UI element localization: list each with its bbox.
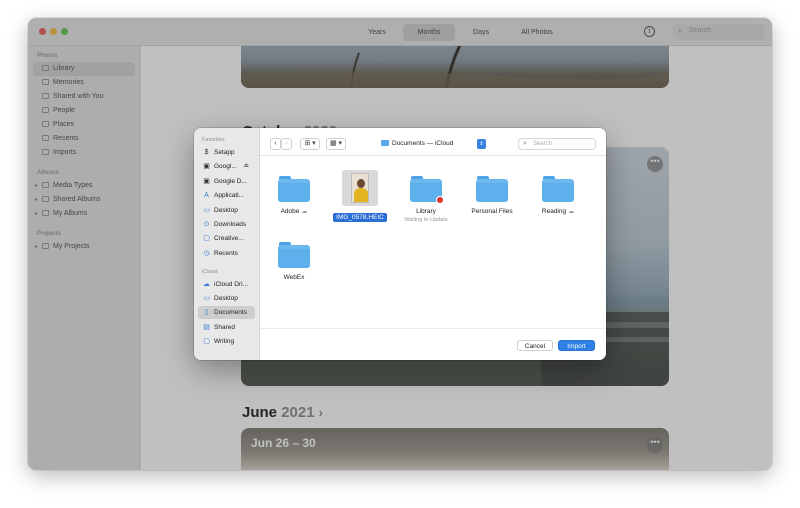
dialog-sidebar-label: Setapp [214, 149, 235, 156]
file-item-library[interactable]: Library Waiting to Update [394, 176, 458, 223]
shared-folder-icon: ▤ [203, 324, 210, 331]
cloud-icon: ☁ [568, 209, 575, 215]
folder-icon [476, 176, 508, 202]
icloud-heading: iCloud [202, 269, 218, 275]
dialog-toolbar: ‹ › ⊞ ▾ ▦ ▾ Documents — iCloud ⇕ ⌕ Search [260, 128, 606, 156]
favorites-heading: Favorites [202, 137, 225, 143]
drive-icon: ▣ [203, 178, 210, 185]
dialog-search-placeholder: Search [533, 141, 553, 147]
icon-view-button[interactable]: ⊞ ▾ [300, 138, 320, 150]
import-button[interactable]: Import [558, 340, 595, 351]
downloads-icon: ⊙ [203, 221, 210, 228]
back-button[interactable]: ‹ [270, 138, 281, 150]
dialog-sidebar-label: iCloud Dri... [214, 281, 248, 288]
dialog-sidebar-label: Google D... [214, 178, 247, 185]
dialog-sidebar-item-writing[interactable]: ▢ Writing [198, 335, 255, 348]
dialog-sidebar-label: Writing [214, 338, 235, 345]
dialog-search-input[interactable]: ⌕ Search [518, 138, 596, 150]
document-icon: ▯ [204, 309, 209, 316]
desktop-icon: ▭ [203, 207, 210, 214]
dialog-sidebar-label: Downloads [214, 221, 247, 228]
applications-icon: A [204, 192, 209, 199]
file-item-label: Reading [541, 208, 567, 215]
dialog-sidebar-label: Creative... [214, 235, 244, 242]
file-item-label: Adobe [280, 208, 300, 215]
sync-error-badge-icon [436, 196, 444, 204]
file-item-status: Waiting to Update [404, 217, 448, 223]
cancel-button[interactable]: Cancel [517, 340, 553, 351]
search-icon: ⌕ [523, 140, 527, 147]
folder-icon [410, 176, 444, 204]
group-by-button[interactable]: ▦ ▾ [326, 138, 346, 150]
dialog-sidebar-item-icloud-desktop[interactable]: ▭ Desktop [198, 292, 255, 305]
dialog-sidebar-item-downloads[interactable]: ⊙ Downloads [198, 218, 255, 231]
file-item-personal-files[interactable]: Personal Files [460, 176, 524, 215]
import-file-dialog: Favorites $ Setapp ▣ Googl... ⏏ ▣ Google D..… [194, 128, 606, 360]
file-item-label: IMG_0578.HEIC [333, 213, 387, 222]
dialog-sidebar-label: Desktop [214, 295, 238, 302]
dialog-sidebar-item-recents[interactable]: ◷ Recents [198, 247, 255, 260]
dialog-sidebar-item-shared[interactable]: ▤ Shared [198, 321, 255, 334]
dialog-sidebar-label: Recents [214, 250, 238, 257]
dialog-sidebar-label: Applicati... [214, 192, 244, 199]
popup-chevrons-icon: ⇕ [477, 139, 486, 149]
folder-icon: ▢ [203, 235, 210, 242]
dialog-browser: ‹ › ⊞ ▾ ▦ ▾ Documents — iCloud ⇕ ⌕ Search… [260, 128, 606, 360]
file-item-label: Personal Files [471, 208, 513, 215]
setapp-icon: $ [204, 149, 209, 156]
dialog-sidebar-item-creative[interactable]: ▢ Creative... [198, 232, 255, 245]
folder-icon [278, 176, 310, 202]
dialog-sidebar-item-desktop[interactable]: ▭ Desktop [198, 204, 255, 217]
dialog-sidebar-item-documents[interactable]: ▯ Documents [198, 306, 255, 319]
eject-icon[interactable]: ⏏ [243, 160, 249, 173]
file-item-label: Library [416, 208, 436, 215]
file-item-label: WebEx [283, 274, 305, 281]
folder-icon [381, 140, 389, 146]
folder-icon [542, 176, 574, 202]
cloud-icon: ☁ [301, 209, 308, 215]
image-thumbnail [342, 170, 378, 206]
folder-icon [278, 242, 310, 268]
dialog-sidebar-item-icloud-drive[interactable]: ☁ iCloud Dri... [198, 278, 255, 291]
location-label: Documents — iCloud [392, 140, 454, 147]
dialog-sidebar-item-google-drive-2[interactable]: ▣ Google D... [198, 175, 255, 188]
dialog-sidebar-label: Shared [214, 324, 235, 331]
cloud-icon: ☁ [203, 281, 210, 288]
dialog-sidebar-item-google-drive[interactable]: ▣ Googl... ⏏ [198, 160, 255, 173]
drive-icon: ▣ [203, 163, 210, 170]
location-popup[interactable]: Documents — iCloud ⇕ [381, 138, 486, 150]
dialog-sidebar-item-setapp[interactable]: $ Setapp [198, 146, 255, 159]
dialog-sidebar-label: Desktop [214, 207, 238, 214]
dialog-sidebar: Favorites $ Setapp ▣ Googl... ⏏ ▣ Google D..… [194, 128, 260, 360]
dialog-sidebar-label: Documents [214, 309, 247, 316]
file-item-webex[interactable]: WebEx [262, 242, 326, 281]
dialog-sidebar-label: Googl... [214, 163, 237, 170]
recents-icon: ◷ [203, 250, 210, 257]
file-item-img-0578[interactable]: IMG_0578.HEIC [328, 170, 392, 224]
dialog-footer: Cancel Import [260, 328, 606, 360]
file-item-adobe[interactable]: Adobe ☁ [262, 176, 326, 215]
dialog-sidebar-item-applications[interactable]: A Applicati... [198, 189, 255, 202]
desktop-icon: ▭ [203, 295, 210, 302]
forward-button[interactable]: › [281, 138, 292, 150]
folder-icon: ▢ [203, 338, 210, 345]
file-item-reading[interactable]: Reading ☁ [526, 176, 590, 215]
